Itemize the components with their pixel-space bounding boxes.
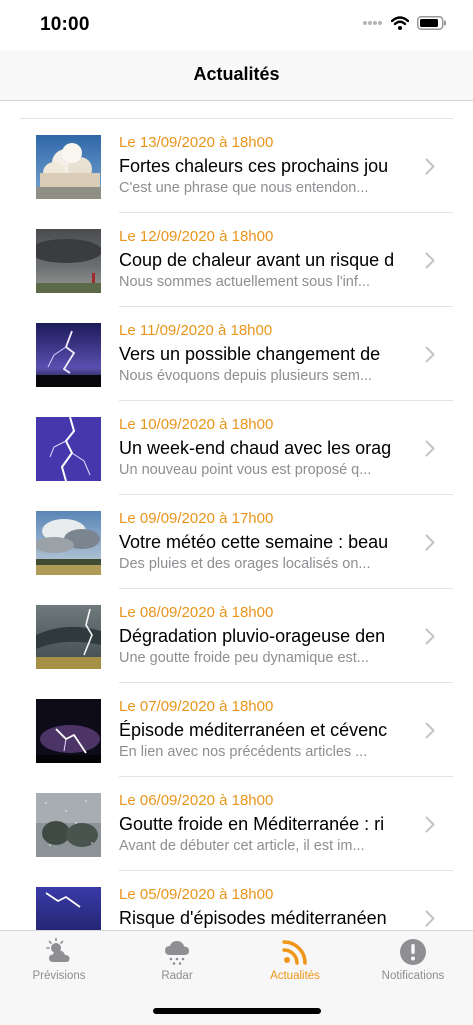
article-excerpt: Un nouveau point vous est proposé q...	[119, 462, 372, 478]
article-excerpt: Nous évoquons depuis plusieurs sem...	[119, 368, 373, 384]
article-row[interactable]: Le 10/09/2020 à 18h00 Un week-end chaud a…	[0, 401, 473, 495]
article-thumbnail	[36, 323, 101, 387]
article-date: Le 09/09/2020 à 17h00	[119, 510, 274, 527]
tab-label: Prévisions	[32, 970, 86, 982]
tab-label: Radar	[161, 970, 193, 982]
article-thumbnail	[36, 605, 101, 669]
navigation-bar: Actualités	[0, 50, 473, 101]
article-row[interactable]: Le 12/09/2020 à 18h00 Coup de chaleur ava…	[0, 213, 473, 307]
article-date: Le 08/09/2020 à 18h00	[119, 604, 274, 621]
article-row[interactable]: Le 05/09/2020 à 18h00 Risque d'épisodes m…	[0, 871, 473, 930]
article-excerpt: Des pluies et des orages localisés on...	[119, 556, 371, 572]
article-date: Le 10/09/2020 à 18h00	[119, 416, 274, 433]
chevron-right-icon	[425, 534, 435, 551]
chevron-right-icon	[425, 628, 435, 645]
battery-icon	[417, 16, 446, 30]
tab-cloud-rain[interactable]: Radar	[118, 931, 236, 991]
article-title: Fortes chaleurs ces prochains jou	[119, 156, 389, 176]
article-title: Dégradation pluvio-orageuse den	[119, 626, 386, 646]
article-title: Risque d'épisodes méditerranéen	[119, 908, 387, 928]
chevron-right-icon	[425, 816, 435, 833]
article-row[interactable]: Le 11/09/2020 à 18h00 Vers un possible ch…	[0, 307, 473, 401]
sun-cloud-icon	[44, 937, 74, 967]
home-indicator	[153, 1008, 321, 1014]
chevron-right-icon	[425, 346, 435, 363]
article-title: Vers un possible changement de	[119, 344, 381, 364]
article-date: Le 06/09/2020 à 18h00	[119, 792, 274, 809]
status-icons	[363, 16, 447, 30]
tab-alert[interactable]: Notifications	[354, 931, 472, 991]
article-date: Le 13/09/2020 à 18h00	[119, 134, 274, 151]
articles-list[interactable]: Le 13/09/2020 à 18h00 Fortes chaleurs ces…	[0, 118, 473, 930]
cloud-rain-icon	[162, 937, 192, 967]
chevron-right-icon	[425, 910, 435, 927]
wifi-icon	[391, 16, 409, 30]
article-title: Coup de chaleur avant un risque d	[119, 250, 395, 270]
article-thumbnail	[36, 229, 101, 293]
article-title: Goutte froide en Méditerranée : ri	[119, 814, 385, 834]
chevron-right-icon	[425, 252, 435, 269]
article-excerpt: Une goutte froide peu dynamique est...	[119, 650, 369, 666]
article-excerpt: C'est une phrase que nous entendon...	[119, 180, 369, 196]
status-bar: 10:00	[0, 0, 473, 50]
article-title: Un week-end chaud avec les orag	[119, 438, 392, 458]
article-thumbnail	[36, 511, 101, 575]
article-row[interactable]: Le 06/09/2020 à 18h00 Goutte froide en Mé…	[0, 777, 473, 871]
tab-sun-cloud[interactable]: Prévisions	[0, 931, 118, 991]
article-title: Votre météo cette semaine : beau	[119, 532, 389, 552]
signal-icon	[363, 21, 382, 25]
article-row[interactable]: Le 09/09/2020 à 17h00 Votre météo cette s…	[0, 495, 473, 589]
article-thumbnail	[36, 793, 101, 857]
article-date: Le 11/09/2020 à 18h00	[119, 322, 273, 339]
article-title: Épisode méditerranéen et cévenc	[119, 720, 388, 740]
article-thumbnail	[36, 699, 101, 763]
page-title: Actualités	[193, 64, 280, 84]
chevron-right-icon	[425, 158, 435, 175]
article-excerpt: En lien avec nos précédents articles ...	[119, 744, 368, 760]
article-row[interactable]: Le 08/09/2020 à 18h00 Dégradation pluvio-…	[0, 589, 473, 683]
article-date: Le 05/09/2020 à 18h00	[119, 886, 274, 903]
article-date: Le 12/09/2020 à 18h00	[119, 228, 274, 245]
tab-rss[interactable]: Actualités	[236, 931, 354, 991]
article-excerpt: Avant de débuter cet article, il est im.…	[119, 838, 365, 854]
chevron-right-icon	[425, 440, 435, 457]
article-thumbnail	[36, 417, 101, 481]
article-excerpt: Nous sommes actuellement sous l'inf...	[119, 274, 370, 290]
rss-icon	[280, 937, 310, 967]
article-thumbnail	[36, 135, 101, 199]
tab-label: Notifications	[381, 970, 445, 982]
article-row[interactable]: Le 07/09/2020 à 18h00 Épisode méditerrané…	[0, 683, 473, 777]
article-thumbnail	[36, 887, 101, 930]
article-date: Le 07/09/2020 à 18h00	[119, 698, 274, 715]
chevron-right-icon	[425, 722, 435, 739]
tab-label: Actualités	[270, 970, 320, 982]
status-time: 10:00	[40, 14, 90, 35]
alert-icon	[398, 937, 428, 967]
article-row[interactable]: Le 13/09/2020 à 18h00 Fortes chaleurs ces…	[0, 119, 473, 213]
